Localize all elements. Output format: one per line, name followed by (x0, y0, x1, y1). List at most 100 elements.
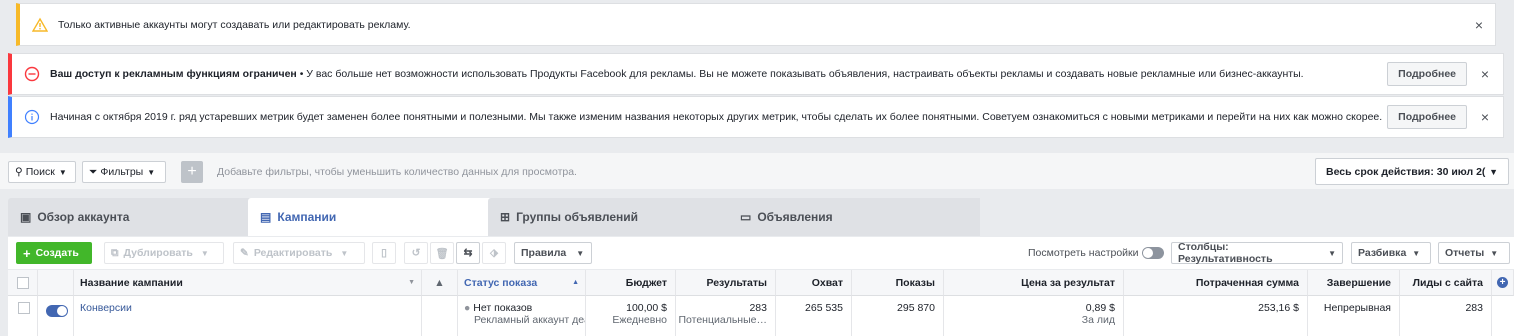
duplicate-label: Дублировать (123, 247, 193, 259)
breakdown-button[interactable]: Разбивка ▼ (1351, 242, 1431, 264)
search-button[interactable]: ⚲ Поиск ▼ (8, 161, 76, 183)
chevron-down-icon: ▼ (147, 167, 156, 177)
results-value: 283 (749, 302, 767, 314)
toggle-header (38, 270, 74, 296)
end-header[interactable]: Завершение (1308, 270, 1400, 296)
breakdown-label: Разбивка (1358, 247, 1407, 259)
date-range-button[interactable]: Весь срок действия: 30 июл 2( ▼ (1315, 158, 1509, 185)
row-checkbox[interactable] (8, 296, 38, 336)
filters-button[interactable]: ⏷ Фильтры ▼ (82, 161, 166, 183)
copy-icon: ⧉ (111, 246, 119, 259)
warning-banner: Только активные аккаунты могут создавать… (16, 3, 1496, 46)
tab-adsets[interactable]: ⊞ Группы объявлений (488, 198, 740, 236)
more-button[interactable]: Подробнее (1387, 105, 1467, 129)
info-text: Начиная с октября 2019 г. ряд устаревших… (50, 111, 1383, 123)
spent-header[interactable]: Потраченная сумма (1124, 270, 1308, 296)
ad-icon: ▭ (740, 210, 752, 224)
impressions-header[interactable]: Показы (852, 270, 944, 296)
date-range-label: Весь срок действия: 30 июл 2( (1326, 165, 1486, 178)
select-all-checkbox[interactable] (8, 270, 38, 296)
row-warning-cell (422, 296, 458, 336)
row-toggle-cell (38, 296, 74, 336)
budget-cell: 100,00 $ Ежедневно (586, 296, 676, 336)
cost-subtext: За лид (1081, 314, 1115, 326)
filter-placeholder: Добавьте фильтры, чтобы уменьшить количе… (217, 166, 577, 178)
campaigns-icon: ▤ (260, 210, 272, 224)
warning-icon: ▲ (434, 276, 445, 289)
warning-icon (32, 17, 48, 32)
status-cell: ● Нет показов Рекламный аккаунт деак (458, 296, 586, 336)
undo-icon[interactable]: ↺ (404, 242, 428, 264)
add-filter-button[interactable]: + (181, 161, 203, 183)
filter-icon: ⏷ (89, 165, 98, 178)
chevron-down-icon: ▼ (1489, 166, 1498, 177)
chevron-down-icon: ▼ (408, 279, 415, 286)
end-cell: Непрерывная (1308, 296, 1400, 336)
columns-label: Столбцы: Результативность (1178, 241, 1273, 265)
leads-cell: 283 (1400, 296, 1492, 336)
campaign-toggle[interactable] (46, 305, 68, 317)
tab-campaigns[interactable]: ▤ Кампании (248, 198, 500, 236)
plus-icon: + (23, 245, 31, 261)
reports-label: Отчеты (1445, 247, 1485, 259)
reach-header[interactable]: Охват (776, 270, 852, 296)
trash-icon[interactable]: 🗑 (430, 242, 454, 264)
columns-button[interactable]: Столбцы: Результативность ▼ (1171, 241, 1343, 265)
name-header[interactable]: Название кампании ▼ (74, 270, 422, 296)
info-icon (24, 109, 40, 125)
blocked-icon (24, 66, 40, 82)
chevron-down-icon: ▼ (1328, 248, 1336, 258)
tab-account-label: Обзор аккаунта (37, 210, 130, 224)
add-column-button[interactable]: + (1492, 270, 1514, 296)
edit-button[interactable]: ✎ Редактировать ▼ (233, 242, 365, 264)
create-label: Создать (35, 247, 79, 259)
impressions-cell: 295 870 (852, 296, 944, 336)
close-icon[interactable]: × (1479, 67, 1491, 81)
warning-header: ▲ (422, 270, 458, 296)
campaign-name-link[interactable]: Конверсии (80, 302, 132, 314)
chevron-down-icon: ▼ (58, 167, 67, 177)
pencil-icon: ✎ (240, 247, 249, 259)
chevron-down-icon: ▼ (1412, 248, 1421, 258)
filters-label: Фильтры (100, 166, 144, 178)
more-button[interactable]: Подробнее (1387, 62, 1467, 86)
cost-header[interactable]: Цена за результат (944, 270, 1124, 296)
sort-up-icon: ▲ (572, 279, 579, 286)
error-title: Ваш доступ к рекламным функциям ограниче… (50, 68, 297, 80)
status-header-label: Статус показа (464, 276, 538, 289)
status-text: Нет показов (473, 302, 533, 314)
error-text: Ваш доступ к рекламным функциям ограниче… (50, 68, 1387, 80)
create-button[interactable]: + Создать (16, 242, 92, 264)
error-banner: Ваш доступ к рекламным функциям ограниче… (8, 53, 1504, 95)
cost-value: 0,89 $ (1085, 302, 1115, 314)
campaign-name-cell: Конверсии (74, 296, 422, 336)
leads-header[interactable]: Лиды с сайта (1400, 270, 1492, 296)
results-header[interactable]: Результаты (676, 270, 776, 296)
tag-icon[interactable]: ⬗ (482, 242, 506, 264)
info-banner: Начиная с октября 2019 г. ряд устаревших… (8, 96, 1504, 138)
view-settings-toggle[interactable] (1142, 247, 1164, 259)
status-subtext: Рекламный аккаунт деак (474, 314, 586, 326)
chevron-down-icon: ▼ (340, 248, 349, 258)
view-settings-label: Посмотреть настройки (1028, 247, 1139, 259)
budget-subtext: Ежедневно (612, 314, 667, 326)
budget-value: 100,00 $ (626, 302, 667, 314)
clipboard-icon[interactable]: ▯ (372, 242, 396, 264)
close-icon[interactable]: × (1479, 110, 1491, 124)
plus-circle-icon: + (1497, 277, 1508, 288)
reports-button[interactable]: Отчеты ▼ (1438, 242, 1510, 264)
tab-account-overview[interactable]: ▣ Обзор аккаунта (8, 198, 260, 236)
tab-ads[interactable]: ▭ Объявления (728, 198, 980, 236)
ab-test-icon[interactable]: ⇆ (456, 242, 480, 264)
reach-cell: 265 535 (776, 296, 852, 336)
status-header[interactable]: Статус показа ▲ (458, 270, 586, 296)
close-icon[interactable]: × (1473, 18, 1485, 32)
grid-icon: ⊞ (500, 210, 511, 224)
edit-label: Редактировать (253, 247, 333, 259)
rules-button[interactable]: Правила ▼ (514, 242, 592, 264)
budget-header[interactable]: Бюджет (586, 270, 676, 296)
duplicate-button[interactable]: ⧉ Дублировать ▼ (104, 242, 224, 264)
cost-cell: 0,89 $ За лид (944, 296, 1124, 336)
account-icon: ▣ (20, 210, 32, 224)
name-header-label: Название кампании (80, 276, 183, 289)
